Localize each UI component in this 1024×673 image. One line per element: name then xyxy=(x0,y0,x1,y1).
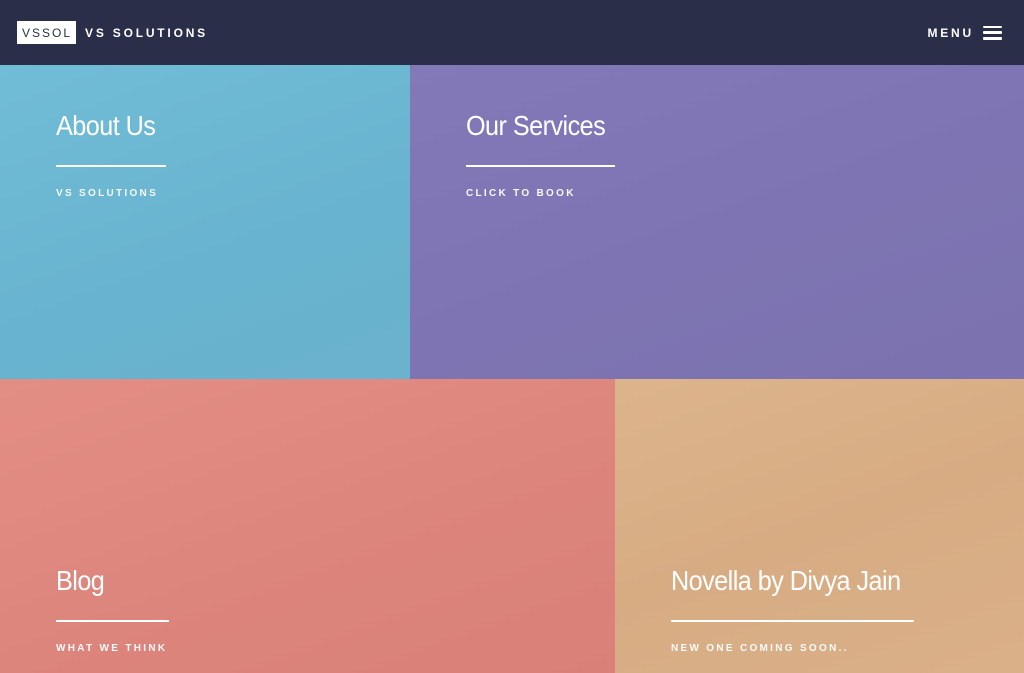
logo-badge: VSSOL xyxy=(17,21,77,44)
title-underline xyxy=(56,165,166,167)
tile-subtitle: NEW ONE COMING SOON.. xyxy=(671,643,849,654)
title-underline xyxy=(466,165,615,167)
tile-title: Blog xyxy=(56,565,105,596)
tile-subtitle: WHAT WE THINK xyxy=(56,643,168,654)
brand-name: VS SOLUTIONS xyxy=(85,25,208,40)
tile-our-services[interactable]: Our Services CLICK TO BOOK xyxy=(410,65,1024,379)
hamburger-icon xyxy=(983,25,1002,40)
tile-blog[interactable]: Blog WHAT WE THINK xyxy=(0,379,615,673)
tile-novella-content: Novella by Divya Jain NEW ONE COMING SOO… xyxy=(671,562,926,654)
brand-logo-link[interactable]: VSSOL VS SOLUTIONS xyxy=(17,21,208,44)
title-underline xyxy=(56,620,169,622)
tile-title: Our Services xyxy=(466,110,606,141)
tile-about-us[interactable]: About Us VS SOLUTIONS xyxy=(0,65,410,379)
tile-title: Novella by Divya Jain xyxy=(671,565,901,596)
tile-subtitle: CLICK TO BOOK xyxy=(466,188,576,199)
menu-label: MENU xyxy=(927,25,974,40)
tile-blog-content: Blog WHAT WE THINK xyxy=(56,562,169,654)
menu-button[interactable]: MENU xyxy=(927,25,1002,40)
tile-about-us-content: About Us VS SOLUTIONS xyxy=(56,107,166,199)
top-nav-bar: VSSOL VS SOLUTIONS MENU xyxy=(0,0,1024,65)
tile-title: About Us xyxy=(56,110,156,141)
tile-subtitle: VS SOLUTIONS xyxy=(56,188,159,199)
title-underline xyxy=(671,620,914,622)
tile-novella[interactable]: Novella by Divya Jain NEW ONE COMING SOO… xyxy=(615,379,1024,673)
tile-our-services-content: Our Services CLICK TO BOOK xyxy=(466,107,621,199)
